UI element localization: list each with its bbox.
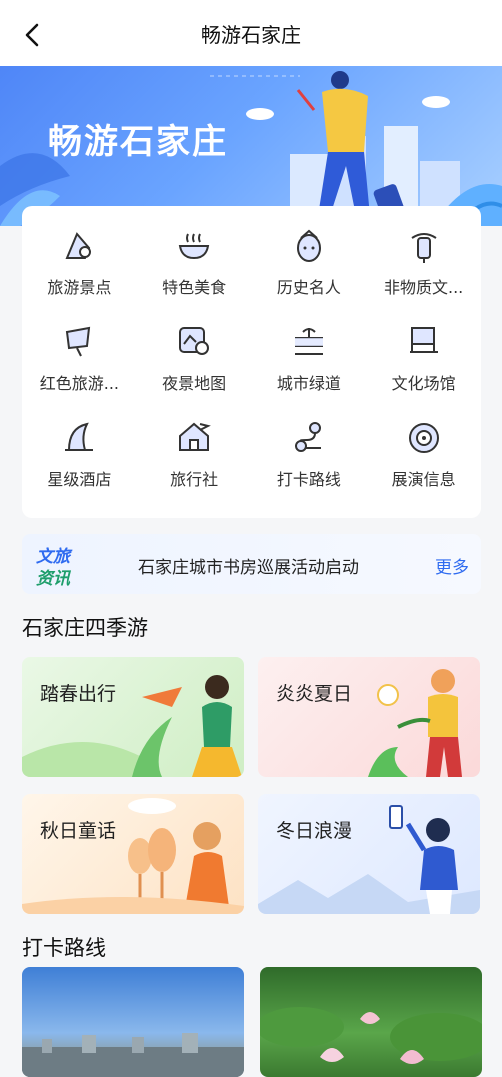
night-map-icon <box>179 327 210 355</box>
season-label: 秋日童话 <box>40 820 117 842</box>
category-grid: 旅游景点 特色美食 历史名人 非物质文... 红色旅游... 夜景地图 城市绿道 <box>22 220 481 492</box>
season-card-autumn[interactable]: 秋日童话 <box>22 794 244 914</box>
season-label: 踏春出行 <box>40 683 117 705</box>
page-title: 畅游石家庄 <box>201 23 301 47</box>
news-headline[interactable]: 石家庄城市书房巡展活动启动 <box>138 553 359 578</box>
category-card: 旅游景点 特色美食 历史名人 非物质文... 红色旅游... 夜景地图 城市绿道 <box>22 206 481 518</box>
category-historical-figures[interactable]: 历史名人 <box>252 220 367 300</box>
category-label: 旅行社 <box>170 470 219 489</box>
category-culture-venues[interactable]: 文化场馆 <box>366 316 481 396</box>
route-card-city-view[interactable] <box>22 967 244 1077</box>
season-card-spring[interactable]: 踏春出行 <box>22 657 244 777</box>
category-label: 历史名人 <box>276 278 341 297</box>
banner-title: 畅游石家庄 <box>48 122 228 162</box>
hotel-icon <box>65 422 94 451</box>
intangible-heritage-icon <box>411 233 437 263</box>
category-star-hotels[interactable]: 星级酒店 <box>22 412 137 492</box>
category-label: 特色美食 <box>162 278 227 297</box>
category-intangible-heritage[interactable]: 非物质文... <box>366 220 481 300</box>
scenic-spot-icon <box>65 232 92 259</box>
red-tourism-flag-icon <box>66 326 91 357</box>
news-logo-line2: 资讯 <box>36 569 70 589</box>
culture-venue-icon <box>409 327 438 353</box>
hero-banner: 畅游石家庄 <box>0 66 502 226</box>
greenway-icon <box>294 328 323 355</box>
autumn-illustration <box>22 798 244 914</box>
category-night-map[interactable]: 夜景地图 <box>137 316 252 396</box>
category-performances[interactable]: 展演信息 <box>366 412 481 492</box>
season-card-summer[interactable]: 炎炎夏日 <box>258 657 480 777</box>
category-travel-agency[interactable]: 旅行社 <box>137 412 252 492</box>
category-scenic-spots[interactable]: 旅游景点 <box>22 220 137 300</box>
performance-disc-icon <box>408 423 439 453</box>
category-city-greenway[interactable]: 城市绿道 <box>252 316 367 396</box>
category-label: 夜景地图 <box>162 374 227 393</box>
routes-section-title: 打卡路线 <box>22 936 106 960</box>
category-label: 打卡路线 <box>276 470 341 489</box>
category-special-food[interactable]: 特色美食 <box>137 220 252 300</box>
news-more-link[interactable]: 更多 <box>435 553 469 578</box>
spring-illustration <box>22 675 242 777</box>
season-label: 炎炎夏日 <box>276 683 353 705</box>
category-label: 非物质文... <box>383 278 464 297</box>
lotus-photo <box>260 1007 482 1064</box>
winter-illustration <box>258 805 480 914</box>
travel-agency-icon <box>179 422 211 451</box>
news-bar[interactable]: 文旅 资讯 石家庄城市书房巡展活动启动 更多 <box>22 534 481 594</box>
summer-illustration <box>368 669 462 777</box>
category-label: 红色旅游... <box>39 374 119 393</box>
season-label: 冬日浪漫 <box>276 820 353 842</box>
historical-figure-icon <box>296 229 321 262</box>
category-red-tourism[interactable]: 红色旅游... <box>22 316 137 396</box>
category-label: 旅游景点 <box>47 278 112 297</box>
route-card-lotus[interactable] <box>260 967 482 1077</box>
food-bowl-icon <box>178 233 210 260</box>
category-label: 文化场馆 <box>391 374 456 393</box>
season-card-winter[interactable]: 冬日浪漫 <box>258 794 480 914</box>
top-nav-bar: 畅游石家庄 <box>0 0 502 66</box>
category-label: 星级酒店 <box>47 470 112 489</box>
category-label: 展演信息 <box>391 470 456 489</box>
category-checkin-routes[interactable]: 打卡路线 <box>252 412 367 492</box>
category-label: 城市绿道 <box>276 374 341 393</box>
seasons-section-title: 石家庄四季游 <box>22 616 148 640</box>
checkin-route-icon <box>294 422 321 452</box>
city-skyline-photo <box>22 1033 244 1077</box>
